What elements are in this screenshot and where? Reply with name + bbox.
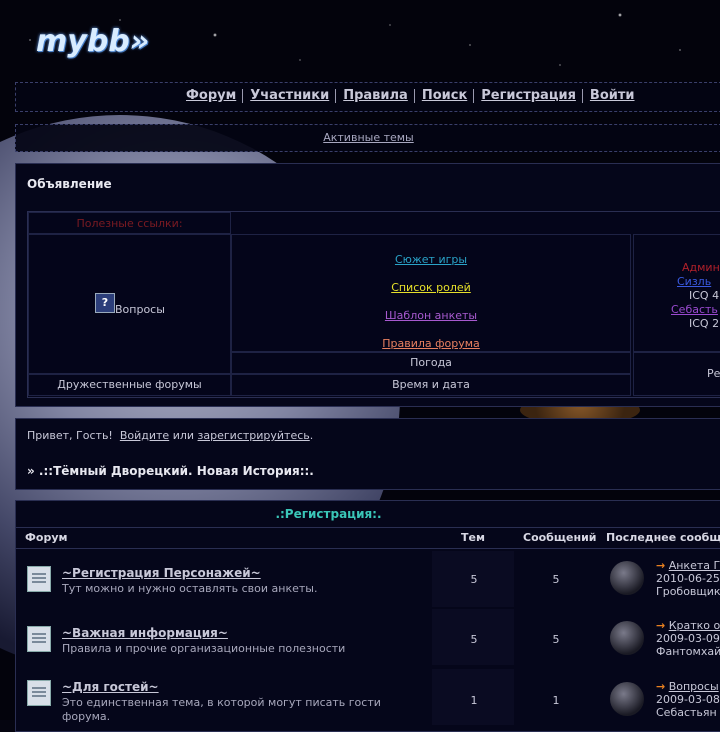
forum-row: ~Важная информация~ Правила и прочие орг… bbox=[16, 609, 720, 665]
questions-label[interactable]: Вопросы bbox=[115, 303, 165, 316]
active-topics-bar: Активные темы bbox=[15, 124, 720, 152]
admin-link-2[interactable]: Себасть bbox=[671, 303, 718, 316]
forum-icon bbox=[27, 566, 51, 592]
last-post-date: 2010-06-25 bbox=[656, 572, 720, 585]
arrow-right-icon: → bbox=[656, 680, 666, 693]
last-post-info: → Анкета Г 2010-06-25 Гробовщик bbox=[656, 559, 720, 598]
friendly-forums-cell: Дружественные форумы bbox=[28, 374, 231, 396]
admin-link-1[interactable]: Сизль bbox=[677, 275, 711, 288]
forum-table-header: Форум Тем Сообщений Последнее сообщен bbox=[16, 528, 720, 549]
weather-label: Погода bbox=[410, 356, 452, 369]
forum-name[interactable]: ~Регистрация Персонажей~ bbox=[62, 566, 261, 580]
last-post-author: Фантомхайв bbox=[656, 645, 720, 658]
header-last-post: Последнее сообщен bbox=[606, 531, 720, 544]
forum-description: Тут можно и нужно оставлять свои анкеты. bbox=[62, 582, 318, 595]
admins-title: Админ bbox=[682, 261, 720, 274]
active-topics-link[interactable]: Активные темы bbox=[323, 131, 414, 144]
nav-forum[interactable]: Форум bbox=[182, 89, 242, 103]
announcement-table: Полезные ссылки: ? Вопросы Сюжет игры Сп… bbox=[27, 211, 720, 398]
useful-links-header: Полезные ссылки: bbox=[28, 212, 231, 234]
forum-name[interactable]: ~Важная информация~ bbox=[62, 626, 228, 640]
useful-links-title: Полезные ссылки: bbox=[76, 217, 183, 230]
guest-panel: Привет, Гость! Войдите или зарегистрируй… bbox=[15, 418, 720, 490]
forum-posts-count: 1 bbox=[552, 694, 560, 707]
nav-forum-link[interactable]: Форум bbox=[186, 88, 236, 103]
last-post-author: Себастьян bbox=[656, 706, 717, 719]
forum-posts-count: 5 bbox=[552, 573, 560, 586]
breadcrumb[interactable]: » .::Тёмный Дворецкий. Новая История::. bbox=[27, 464, 314, 478]
main-navbar: Форум Участники Правила Поиск Регистраци… bbox=[15, 82, 720, 112]
register-link[interactable]: зарегистрируйтесь bbox=[198, 429, 310, 442]
last-post-date: 2009-03-08 bbox=[656, 693, 720, 706]
admin-icq-1: ICQ 4 bbox=[689, 289, 720, 302]
arrow-right-icon: → bbox=[656, 559, 666, 572]
greeting-period: . bbox=[309, 429, 314, 442]
announcement-panel: Объявление Полезные ссылки: ? Вопросы Сю… bbox=[15, 163, 720, 407]
header-posts: Сообщений bbox=[523, 531, 597, 544]
or-text: или bbox=[172, 429, 195, 442]
avatar[interactable] bbox=[610, 621, 644, 655]
arrow-right-icon: → bbox=[656, 619, 666, 632]
forum-section: .:Регистрация:. Форум Тем Сообщений Посл… bbox=[15, 500, 720, 732]
nav-members-link[interactable]: Участники bbox=[250, 88, 329, 103]
link-template[interactable]: Шаблон анкеты bbox=[385, 309, 477, 322]
time-date-label: Время и дата bbox=[392, 378, 470, 391]
guest-greeting-line: Привет, Гость! Войдите или зарегистрируй… bbox=[27, 429, 313, 442]
last-post-info: → Вопросы 2009-03-08 Себастьян bbox=[656, 680, 720, 719]
friendly-forums-label: Дружественные форумы bbox=[57, 378, 202, 391]
last-post-link[interactable]: Кратко о bbox=[669, 619, 720, 632]
last-post-link[interactable]: Вопросы bbox=[669, 680, 719, 693]
login-link[interactable]: Войдите bbox=[120, 429, 169, 442]
nav-rules[interactable]: Правила bbox=[335, 89, 414, 103]
nav-login-link[interactable]: Войти bbox=[590, 88, 635, 103]
forum-row: ~Регистрация Персонажей~ Тут можно и нуж… bbox=[16, 551, 720, 607]
last-post-author: Гробовщик bbox=[656, 585, 720, 598]
link-rules[interactable]: Правила форума bbox=[382, 337, 480, 350]
questions-cell: ? Вопросы bbox=[28, 234, 231, 374]
last-post-date: 2009-03-09 bbox=[656, 632, 720, 645]
forum-row: ~Для гостей~ Это единственная тема, в ко… bbox=[16, 669, 720, 725]
help-icon[interactable]: ? bbox=[95, 293, 115, 313]
weather-cell: Погода bbox=[231, 352, 631, 374]
links-cell: Сюжет игры Список ролей Шаблон анкеты Пр… bbox=[231, 234, 631, 352]
last-post-link[interactable]: Анкета Г bbox=[669, 559, 720, 572]
announcement-title: Объявление bbox=[27, 177, 112, 191]
header-topics: Тем bbox=[461, 531, 485, 544]
nav-members[interactable]: Участники bbox=[242, 89, 335, 103]
header-forum: Форум bbox=[25, 531, 68, 544]
link-story[interactable]: Сюжет игры bbox=[395, 253, 467, 266]
link-roles[interactable]: Список ролей bbox=[391, 281, 471, 294]
category-title[interactable]: .:Регистрация:. bbox=[16, 501, 720, 528]
admin-icq-2: ICQ 2 bbox=[689, 317, 720, 330]
forum-description: Правила и прочие организационные полезно… bbox=[62, 642, 346, 655]
last-post-info: → Кратко о 2009-03-09 Фантомхайв bbox=[656, 619, 720, 658]
forum-topics-count: 5 bbox=[470, 573, 478, 586]
admins-cell: Админ Сизль ICQ 4 Себасть ICQ 2 bbox=[633, 234, 720, 352]
avatar[interactable] bbox=[610, 682, 644, 716]
site-logo[interactable]: mybb» bbox=[36, 24, 149, 59]
forum-icon bbox=[27, 680, 51, 706]
guest-greeting: Привет, Гость! bbox=[27, 429, 113, 442]
nav-rules-link[interactable]: Правила bbox=[343, 88, 408, 103]
time-date-cell: Время и дата bbox=[231, 374, 631, 396]
nav-register[interactable]: Регистрация bbox=[473, 89, 582, 103]
nav-register-link[interactable]: Регистрация bbox=[481, 88, 576, 103]
nav-search-link[interactable]: Поиск bbox=[422, 88, 467, 103]
forum-icon bbox=[27, 626, 51, 652]
forum-topics-count: 1 bbox=[470, 694, 478, 707]
right-bottom-cell: Ре bbox=[633, 352, 720, 396]
avatar[interactable] bbox=[610, 561, 644, 595]
forum-name[interactable]: ~Для гостей~ bbox=[62, 680, 159, 694]
forum-posts-count: 5 bbox=[552, 633, 560, 646]
nav-login[interactable]: Войти bbox=[581, 88, 641, 103]
nav-search[interactable]: Поиск bbox=[413, 88, 473, 103]
right-cell-label: Ре bbox=[707, 367, 720, 380]
forum-topics-count: 5 bbox=[470, 633, 478, 646]
